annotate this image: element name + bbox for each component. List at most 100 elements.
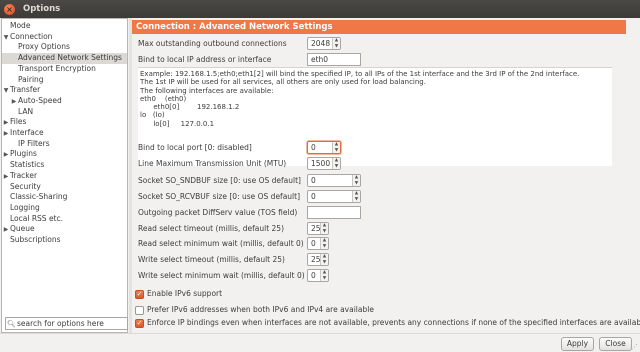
spinner-arrows-icon[interactable]: ▲ ▼ <box>332 158 340 169</box>
sidebar-item-label: Advanced Network Settings <box>18 53 122 63</box>
sidebar-item[interactable]: ▶ Tracker <box>2 171 127 182</box>
title-bar: × Options <box>0 0 640 18</box>
rcvbuf-value: 0 <box>311 192 316 201</box>
spinner-arrows-icon[interactable]: ▲ ▼ <box>320 238 328 249</box>
sidebar-item-label: Logging <box>10 202 40 212</box>
spinner-arrows-icon[interactable]: ▲ ▼ <box>320 223 328 234</box>
settings-panel: Max outstanding outbound connections 204… <box>132 34 640 333</box>
sidebar-item-label: Transfer <box>10 85 41 95</box>
read-min-wait-value: 0 <box>311 239 316 248</box>
spinner-arrows-icon[interactable]: ▲ ▼ <box>352 191 360 202</box>
sidebar-item-label: Statistics <box>10 160 45 170</box>
prefer-ipv6-label: Prefer IPv6 addresses when both IPv6 and… <box>147 305 374 314</box>
read-timeout-spinner[interactable]: 25 ▲ ▼ <box>307 222 329 235</box>
search-box[interactable]: 🔍︎ <box>5 317 128 330</box>
sidebar-item[interactable]: IP Filters <box>2 139 127 150</box>
write-min-wait-value: 0 <box>311 271 316 280</box>
options-sidebar: Mode ▼ Connection Proxy Options Advanced Net… <box>1 18 128 333</box>
bind-port-spinner[interactable]: 0 ▲ ▼ <box>307 141 341 154</box>
enable-ipv6-label: Enable IPv6 support <box>147 289 223 298</box>
bind-ip-input[interactable]: eth0 <box>307 53 361 66</box>
rcvbuf-spinner[interactable]: 0 ▲ ▼ <box>307 190 361 203</box>
sidebar-item-label: Tracker <box>10 170 38 180</box>
sidebar-item-label: Queue <box>10 224 35 234</box>
tos-label: Outgoing packet DiffServ value (TOS fiel… <box>138 208 298 217</box>
window-close-icon[interactable]: × <box>4 3 15 15</box>
spinner-arrows-icon[interactable]: ▲ ▼ <box>320 254 328 265</box>
search-icon: 🔍︎ <box>7 319 16 328</box>
enforce-bindings-checkbox[interactable]: ✓ <box>135 319 144 328</box>
sidebar-item[interactable]: Statistics <box>2 160 127 171</box>
sidebar-item-label: Classic-Sharing <box>10 192 68 202</box>
apply-button[interactable]: Apply <box>561 337 594 351</box>
sidebar-item-label: Security <box>10 181 41 191</box>
sidebar-item[interactable]: Transport Encryption <box>2 64 127 75</box>
spinner-arrows-icon[interactable]: ▲ ▼ <box>332 38 340 49</box>
sidebar-item-label: Proxy Options <box>18 42 70 52</box>
sidebar-item[interactable]: Advanced Network Settings <box>2 53 127 64</box>
sidebar-item[interactable]: Logging <box>2 203 127 214</box>
sidebar-item-label: Plugins <box>10 149 37 159</box>
mtu-spinner[interactable]: 1500 ▲ ▼ <box>307 157 341 170</box>
window-title: Options <box>23 4 61 14</box>
sidebar-item[interactable]: LAN <box>2 107 127 118</box>
sidebar-item-label: Files <box>10 117 27 127</box>
sndbuf-value: 0 <box>311 176 316 185</box>
mtu-value: 1500 <box>311 159 331 168</box>
sidebar-item-label: Transport Encryption <box>18 63 96 73</box>
sidebar-item[interactable]: Local RSS etc. <box>2 214 127 225</box>
sndbuf-spinner[interactable]: 0 ▲ ▼ <box>307 174 361 187</box>
write-min-wait-spinner[interactable]: 0 ▲ ▼ <box>307 269 329 282</box>
write-timeout-label: Write select timeout (millis, default 25… <box>138 255 285 264</box>
bind-port-value: 0 <box>311 143 316 152</box>
sidebar-item-label: Interface <box>10 128 44 137</box>
resize-grip-icon[interactable]: ⋰ <box>631 343 639 351</box>
sidebar-item[interactable]: Classic-Sharing <box>2 192 127 203</box>
sidebar-item[interactable]: Mode <box>2 21 127 32</box>
sidebar-item-label: Subscriptions <box>10 235 61 244</box>
read-min-wait-label: Read select minimum wait (millis, defaul… <box>138 239 304 248</box>
search-input[interactable] <box>17 319 117 328</box>
sidebar-item[interactable]: ▼ Transfer <box>2 85 127 96</box>
sidebar-item[interactable]: ▶ Interface <box>2 128 127 139</box>
spinner-arrows-icon[interactable]: ▲ ▼ <box>320 270 328 281</box>
sidebar-item[interactable]: Subscriptions <box>2 235 127 246</box>
sidebar-item-label: IP Filters <box>18 138 50 148</box>
tos-input[interactable] <box>307 206 361 219</box>
bind-port-label: Bind to local port [0: disabled] <box>138 143 252 152</box>
write-timeout-spinner[interactable]: 25 ▲ ▼ <box>307 253 329 266</box>
rcvbuf-label: Socket SO_RCVBUF size [0: use OS default… <box>138 192 300 201</box>
sidebar-item[interactable]: ▶ Queue <box>2 224 127 235</box>
sidebar-item[interactable]: ▼ Connection <box>2 32 127 43</box>
sidebar-item[interactable]: Pairing <box>2 75 127 86</box>
sidebar-item-label: Connection <box>10 31 53 41</box>
sndbuf-label: Socket SO_SNDBUF size [0: use OS default… <box>138 176 301 185</box>
bind-ip-label: Bind to local IP address or interface <box>138 55 272 64</box>
enable-ipv6-checkbox[interactable]: ✓ <box>135 290 144 299</box>
sidebar-item-label: LAN <box>18 106 34 116</box>
sidebar-item-label: Pairing <box>18 74 44 84</box>
sidebar-item[interactable]: ▶ Auto-Speed <box>2 96 127 107</box>
sidebar-item[interactable]: Security <box>2 182 127 193</box>
spinner-arrows-icon[interactable]: ▲ ▼ <box>332 142 340 153</box>
enforce-bindings-label: Enforce IP bindings even when interfaces… <box>147 318 640 327</box>
prefer-ipv6-checkbox[interactable] <box>135 306 144 315</box>
sidebar-item-label: Mode <box>10 21 31 30</box>
max-outbound-value: 2048 <box>311 39 331 48</box>
dialog-footer: Apply Close ⋰ <box>0 333 640 352</box>
sidebar-item-label: Auto-Speed <box>18 95 62 105</box>
sidebar-item-label: Local RSS etc. <box>10 213 64 223</box>
read-timeout-label: Read select timeout (millis, default 25) <box>138 224 284 233</box>
max-outbound-spinner[interactable]: 2048 ▲ ▼ <box>307 37 341 50</box>
sidebar-item[interactable]: Proxy Options <box>2 42 127 53</box>
mtu-label: Line Maximum Transmission Unit (MTU) <box>138 159 287 168</box>
section-header: Connection : Advanced Network Settings <box>132 20 626 34</box>
sidebar-item[interactable]: ▶ Files <box>2 117 127 128</box>
read-min-wait-spinner[interactable]: 0 ▲ ▼ <box>307 237 329 250</box>
bind-ip-value: eth0 <box>311 55 329 64</box>
write-min-wait-label: Write select minimum wait (millis, defau… <box>138 271 305 280</box>
spinner-arrows-icon[interactable]: ▲ ▼ <box>352 175 360 186</box>
close-button[interactable]: Close <box>599 337 632 351</box>
max-outbound-label: Max outstanding outbound connections <box>138 39 287 48</box>
sidebar-item[interactable]: ▶ Plugins <box>2 149 127 160</box>
